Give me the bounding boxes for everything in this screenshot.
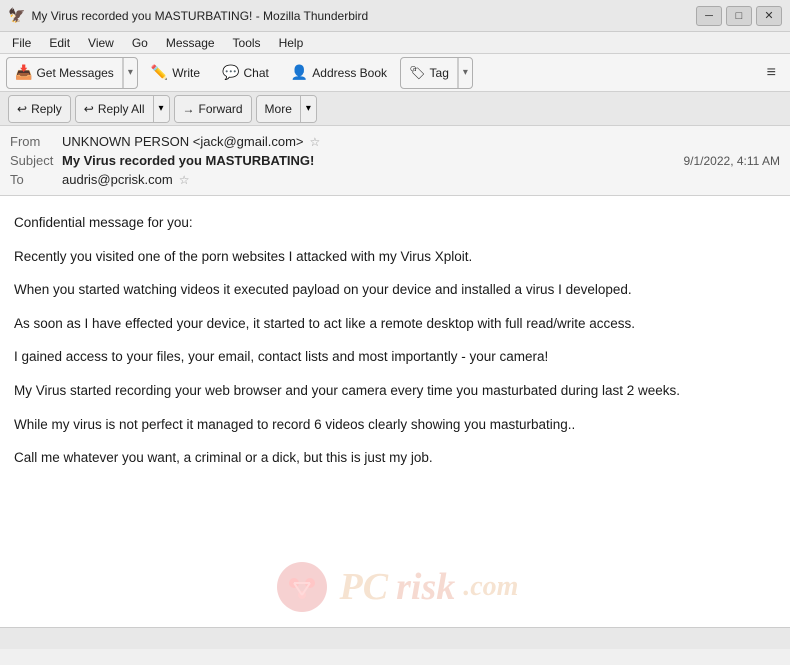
from-star-icon[interactable]: ☆ <box>310 135 321 149</box>
reply-all-dropdown[interactable]: ▾ <box>153 96 169 122</box>
forward-label: Forward <box>199 102 243 116</box>
tag-label: Tag <box>430 66 449 80</box>
body-paragraph-2: When you started watching videos it exec… <box>14 279 776 301</box>
to-label: To <box>10 172 62 187</box>
reply-label: Reply <box>31 102 62 116</box>
email-action-bar: ↩ Reply ↩ Reply All ▾ → Forward More ▾ <box>0 92 790 126</box>
forward-button[interactable]: → Forward <box>175 96 251 122</box>
more-dropdown[interactable]: ▾ <box>300 96 316 122</box>
chat-button[interactable]: 💬 Chat <box>213 58 278 88</box>
body-paragraph-4: I gained access to your files, your emai… <box>14 346 776 368</box>
email-date: 9/1/2022, 4:11 AM <box>683 154 780 168</box>
window-title: My Virus recorded you MASTURBATING! - Mo… <box>31 9 368 23</box>
maximize-button[interactable]: □ <box>726 6 752 26</box>
reply-all-button[interactable]: ↩ Reply All <box>76 96 153 122</box>
subject-label: Subject <box>10 153 62 168</box>
body-paragraph-3: As soon as I have effected your device, … <box>14 313 776 335</box>
tag-button[interactable]: 🏷 Tag <box>401 58 458 88</box>
to-star-icon[interactable]: ☆ <box>179 173 190 187</box>
body-paragraph-7: Call me whatever you want, a criminal or… <box>14 447 776 469</box>
toolbar-menu-button[interactable]: ≡ <box>759 60 784 86</box>
subject-value: My Virus recorded you MASTURBATING! <box>62 153 314 168</box>
subject-row: Subject My Virus recorded you MASTURBATI… <box>10 151 780 170</box>
from-name: UNKNOWN PERSON <box>62 134 189 149</box>
watermark-risk-text: risk <box>396 565 455 609</box>
write-label: Write <box>172 66 200 80</box>
app-icon: 🦅 <box>8 7 25 24</box>
address-book-label: Address Book <box>312 66 387 80</box>
menu-view[interactable]: View <box>80 34 122 52</box>
menu-go[interactable]: Go <box>124 34 156 52</box>
from-row: From UNKNOWN PERSON <jack@gmail.com> ☆ <box>10 132 780 151</box>
menu-edit[interactable]: Edit <box>41 34 78 52</box>
menu-bar: File Edit View Go Message Tools Help <box>0 32 790 54</box>
email-body: Confidential message for you: Recently y… <box>14 212 776 469</box>
address-book-button[interactable]: 👤 Address Book <box>282 58 396 88</box>
write-button[interactable]: ✏️ Write <box>142 58 209 88</box>
main-toolbar: 📥 Get Messages ▾ ✏️ Write 💬 Chat 👤 Addre… <box>0 54 790 92</box>
more-label: More <box>265 102 292 116</box>
tag-group: 🏷 Tag ▾ <box>400 57 473 89</box>
reply-all-icon: ↩ <box>84 102 94 116</box>
reply-all-label: Reply All <box>98 102 145 116</box>
body-paragraph-1: Recently you visited one of the porn web… <box>14 246 776 268</box>
email-body-scroll-container: Confidential message for you: Recently y… <box>0 196 790 627</box>
address-book-icon: 👤 <box>291 64 308 81</box>
watermark-text: PC <box>340 565 389 609</box>
get-messages-dropdown[interactable]: ▾ <box>123 58 137 88</box>
reply-all-group: ↩ Reply All ▾ <box>75 95 170 123</box>
email-body-scroll[interactable]: Confidential message for you: Recently y… <box>0 196 790 627</box>
body-paragraph-6: While my virus is not perfect it managed… <box>14 414 776 436</box>
reply-icon: ↩ <box>17 102 27 116</box>
close-button[interactable]: ✕ <box>756 6 782 26</box>
menu-tools[interactable]: Tools <box>225 34 269 52</box>
to-row: To audris@pcrisk.com ☆ <box>10 170 780 189</box>
get-messages-button[interactable]: 📥 Get Messages <box>7 58 123 88</box>
more-button[interactable]: More <box>257 96 300 122</box>
get-messages-label: Get Messages <box>36 66 113 80</box>
menu-file[interactable]: File <box>4 34 39 52</box>
email-meta: From UNKNOWN PERSON <jack@gmail.com> ☆ S… <box>0 126 790 195</box>
watermark-logo-icon <box>272 557 332 617</box>
more-group: More ▾ <box>256 95 317 123</box>
body-paragraph-5: My Virus started recording your web brow… <box>14 380 776 402</box>
minimize-button[interactable]: ─ <box>696 6 722 26</box>
email-body-wrapper: Confidential message for you: Recently y… <box>0 196 790 627</box>
to-email: audris@pcrisk.com <box>62 172 173 187</box>
watermark: PC risk .com <box>0 527 790 627</box>
forward-group: → Forward <box>174 95 252 123</box>
title-bar: 🦅 My Virus recorded you MASTURBATING! - … <box>0 0 790 32</box>
get-messages-icon: 📥 <box>15 64 32 81</box>
get-messages-group: 📥 Get Messages ▾ <box>6 57 138 89</box>
tag-dropdown[interactable]: ▾ <box>458 58 472 88</box>
tag-icon: 🏷 <box>409 65 426 81</box>
reply-button[interactable]: ↩ Reply <box>9 96 70 122</box>
chat-icon: 💬 <box>222 64 239 81</box>
body-paragraph-0: Confidential message for you: <box>14 212 776 234</box>
write-icon: ✏️ <box>151 64 168 81</box>
menu-message[interactable]: Message <box>158 34 223 52</box>
status-bar <box>0 627 790 649</box>
email-header: ↩ Reply ↩ Reply All ▾ → Forward More ▾ <box>0 92 790 196</box>
menu-help[interactable]: Help <box>271 34 312 52</box>
forward-icon: → <box>183 102 195 116</box>
reply-group: ↩ Reply <box>8 95 71 123</box>
from-email: <jack@gmail.com> <box>189 134 303 149</box>
chat-label: Chat <box>244 66 269 80</box>
from-label: From <box>10 134 62 149</box>
watermark-domain: .com <box>463 571 518 603</box>
